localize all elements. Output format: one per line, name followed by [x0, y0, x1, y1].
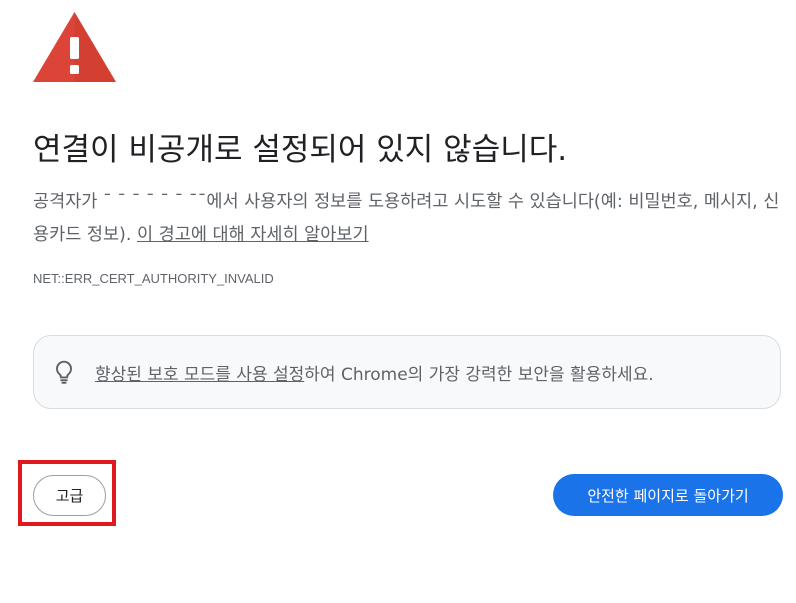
enhanced-protection-promo: 향상된 보호 모드를 사용 설정하여 Chrome의 가장 강력한 보안을 활용… — [33, 335, 781, 409]
warning-description: 공격자가 ˉ ˉ ˉ ˉ ˉ ˉ ˉˉ에서 사용자의 정보를 도용하려고 시도할… — [33, 186, 783, 252]
advanced-button[interactable]: 고급 — [33, 475, 106, 516]
hostname: ˉ ˉ ˉ ˉ ˉ ˉ ˉˉ — [102, 192, 207, 212]
warning-triangle-icon — [33, 12, 116, 82]
interstitial-page: 연결이 비공개로 설정되어 있지 않습니다. 공격자가 ˉ ˉ ˉ ˉ ˉ ˉ … — [0, 0, 796, 603]
promo-text: 향상된 보호 모드를 사용 설정하여 Chrome의 가장 강력한 보안을 활용… — [95, 360, 654, 385]
page-title: 연결이 비공개로 설정되어 있지 않습니다. — [33, 132, 568, 168]
lightbulb-icon — [55, 360, 73, 384]
error-code: NET::ERR_CERT_AUTHORITY_INVALID — [33, 271, 274, 286]
promo-suffix: 하여 Chrome의 가장 강력한 보안을 활용하세요. — [304, 364, 654, 385]
description-prefix: 공격자가 — [33, 192, 103, 212]
back-to-safety-button[interactable]: 안전한 페이지로 돌아가기 — [553, 474, 783, 516]
learn-more-link[interactable]: 이 경고에 대해 자세히 알아보기 — [137, 225, 369, 245]
enhanced-protection-link[interactable]: 향상된 보호 모드를 사용 설정 — [95, 365, 304, 385]
